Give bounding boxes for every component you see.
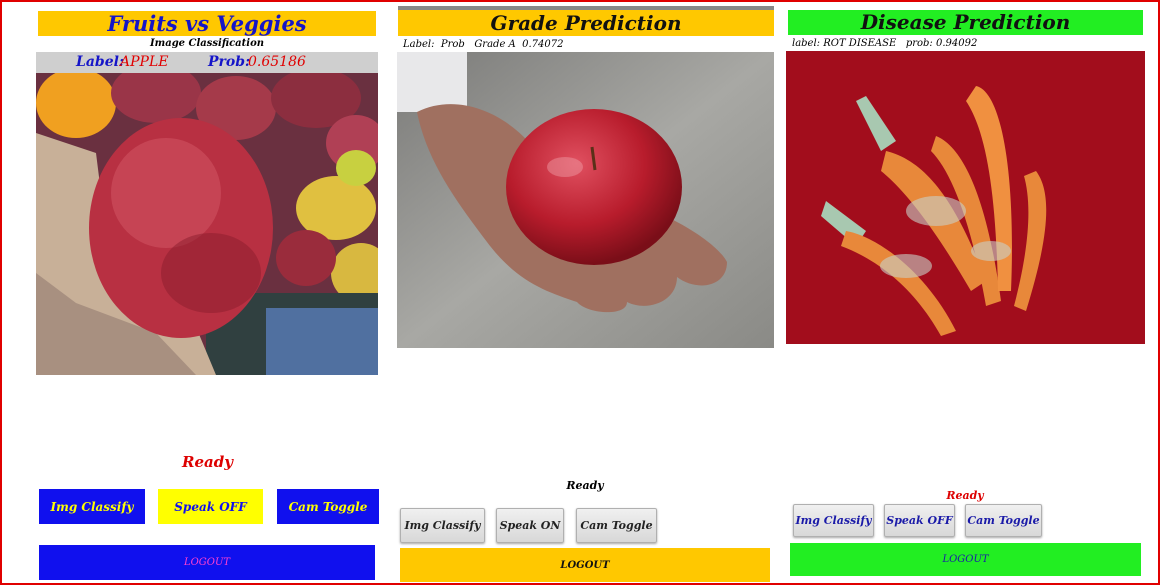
prediction-info: label: ROT DISEASE prob: 0.94092 [792,38,978,49]
prob-key: Prob: [208,54,251,70]
status-text: Ready [566,479,604,492]
panel-title: Fruits vs Veggies [38,11,376,36]
speak-toggle-button[interactable]: Speak OFF [884,504,955,537]
speak-toggle-button[interactable]: Speak OFF [158,489,263,524]
status-text: Ready [946,489,984,502]
prediction-info: Label: Prob Grade A 0.74072 [403,39,564,50]
logout-button[interactable]: LOGOUT [790,543,1141,576]
img-classify-button[interactable]: Img Classify [400,508,485,543]
panel-title: Disease Prediction [788,10,1143,35]
camera-preview [36,73,378,375]
img-classify-button[interactable]: Img Classify [793,504,874,537]
apple-in-hand-image [36,73,378,375]
result-bar: Label: APPLE Prob: 0.65186 [36,52,378,73]
disease-prediction-panel: Disease Prediction label: ROT DISEASE pr… [780,0,1160,585]
panel-subtitle: Image Classification [149,38,265,49]
panel-title: Grade Prediction [398,10,774,36]
fruits-vs-veggies-panel: Fruits vs Veggies Image Classification L… [0,0,390,585]
apple-grade-image [397,52,774,348]
diseased-carrots-image [786,51,1145,344]
img-classify-button[interactable]: Img Classify [39,489,145,524]
logout-button[interactable]: LOGOUT [400,548,770,582]
cam-toggle-button[interactable]: Cam Toggle [965,504,1042,537]
grade-prediction-panel: Grade Prediction Label: Prob Grade A 0.7… [390,0,780,585]
camera-preview [397,52,774,348]
cam-toggle-button[interactable]: Cam Toggle [576,508,657,543]
label-key: Label: [76,54,125,70]
speak-toggle-button[interactable]: Speak ON [496,508,564,543]
camera-preview [786,51,1145,344]
prob-value: 0.65186 [248,54,306,70]
logout-button[interactable]: LOGOUT [39,545,375,580]
cam-toggle-button[interactable]: Cam Toggle [277,489,379,524]
label-value: APPLE [120,54,169,70]
status-text: Ready [182,453,233,471]
